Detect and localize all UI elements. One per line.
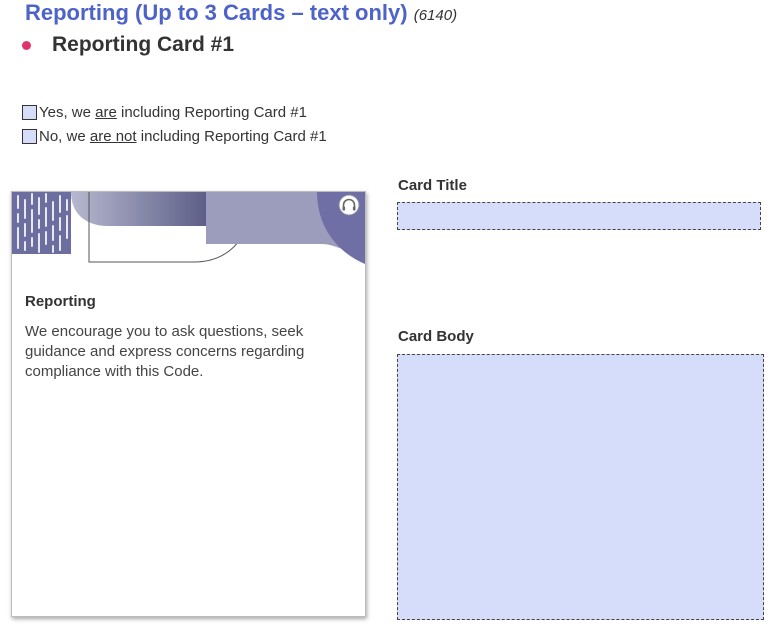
include-no-text-emph: are not (89, 128, 137, 145)
card-preview-body: We encourage you to ask questions, seek … (25, 323, 305, 380)
section-heading: Reporting (Up to 3 Cards – text only) (6… (25, 0, 457, 26)
reporting-card-preview: Reporting We encourage you to ask questi… (11, 191, 366, 617)
include-no-checkbox[interactable] (22, 129, 37, 144)
headphones-icon (338, 194, 360, 216)
include-no-text-pre: No, we (39, 128, 90, 145)
include-no-option[interactable]: No, we are not including Reporting Card … (22, 128, 327, 145)
card-title-label: Card Title (398, 177, 467, 194)
section-code: (6140) (413, 7, 458, 24)
include-yes-option[interactable]: Yes, we are including Reporting Card #1 (22, 104, 307, 121)
subheading: Reporting Card #1 (52, 33, 235, 56)
include-yes-checkbox[interactable] (22, 105, 37, 120)
card-body-label: Card Body (398, 328, 474, 345)
bullet-icon (22, 40, 31, 50)
card-title-field[interactable] (397, 202, 761, 230)
include-yes-text-pre: Yes, we (39, 104, 96, 121)
card-header-art (12, 192, 365, 264)
card-body-field[interactable] (397, 354, 764, 620)
include-yes-label: Yes, we are including Reporting Card #1 (39, 104, 307, 121)
card-preview-title: Reporting (25, 293, 96, 310)
subheading-row: Reporting Card #1 (22, 33, 234, 57)
include-yes-text-emph: are (95, 104, 117, 121)
include-no-label: No, we are not including Reporting Card … (39, 128, 327, 145)
section-title: Reporting (Up to 3 Cards – text only) (25, 0, 408, 25)
include-yes-text-post: including Reporting Card #1 (116, 104, 307, 121)
include-no-text-post: including Reporting Card #1 (136, 128, 327, 145)
